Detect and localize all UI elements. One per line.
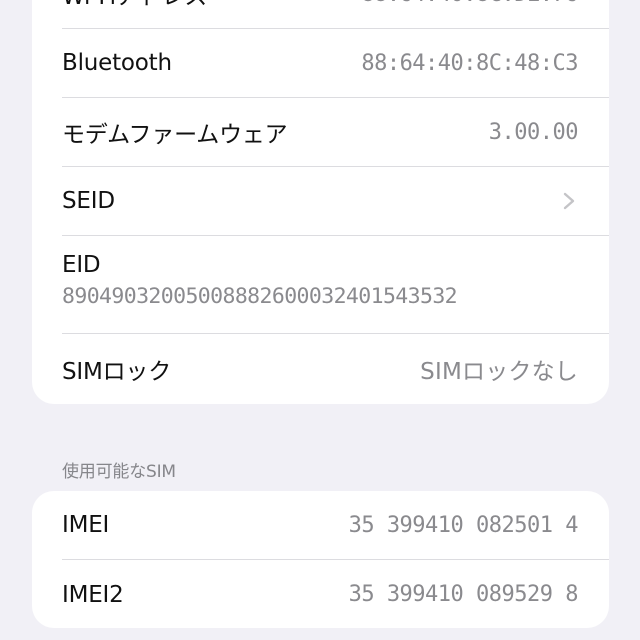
imei2-value: 35 399410 089529 8 [348,582,579,607]
modem-firmware-value: 3.00.00 [488,119,579,145]
row-wifi-address[interactable]: Wi-Fiアドレス 88:64:40:8C:DE:76 [62,0,609,29]
row-label: モデムファームウェア [62,122,288,148]
row-label: IMEI2 [62,581,124,608]
row-sim-lock[interactable]: SIMロック SIMロックなし [62,334,609,403]
row-eid[interactable]: EID 89049032005008882600032401543532 [62,236,609,334]
chevron-right-icon [562,191,576,211]
row-label: EID [62,252,101,278]
section-header-available-sim: 使用可能なSIM [62,462,176,482]
row-label: SIMロック [62,358,172,385]
available-sim-card: IMEI 35 399410 082501 4 IMEI2 35 399410 … [32,491,609,628]
row-label: IMEI [62,512,110,538]
wifi-address-value: 88:64:40:8C:DE:76 [361,0,578,7]
row-imei[interactable]: IMEI 35 399410 082501 4 [62,491,609,560]
sim-lock-value: SIMロックなし [420,358,578,385]
row-label: SEID [62,188,115,214]
row-modem-firmware[interactable]: モデムファームウェア 3.00.00 [62,98,609,167]
row-label: Wi-Fiアドレス [62,0,207,11]
row-bluetooth[interactable]: Bluetooth 88:64:40:8C:48:C3 [62,29,609,98]
row-seid[interactable]: SEID [62,167,609,236]
eid-value: 89049032005008882600032401543532 [62,284,458,309]
row-imei2[interactable]: IMEI2 35 399410 089529 8 [62,560,609,628]
imei-value: 35 399410 082501 4 [348,512,579,538]
row-label: Bluetooth [62,50,172,76]
bluetooth-address-value: 88:64:40:8C:48:C3 [361,50,578,76]
settings-about-screen: Wi-Fiアドレス 88:64:40:8C:DE:76 Bluetooth 88… [0,0,640,640]
device-info-card: Wi-Fiアドレス 88:64:40:8C:DE:76 Bluetooth 88… [32,0,609,404]
